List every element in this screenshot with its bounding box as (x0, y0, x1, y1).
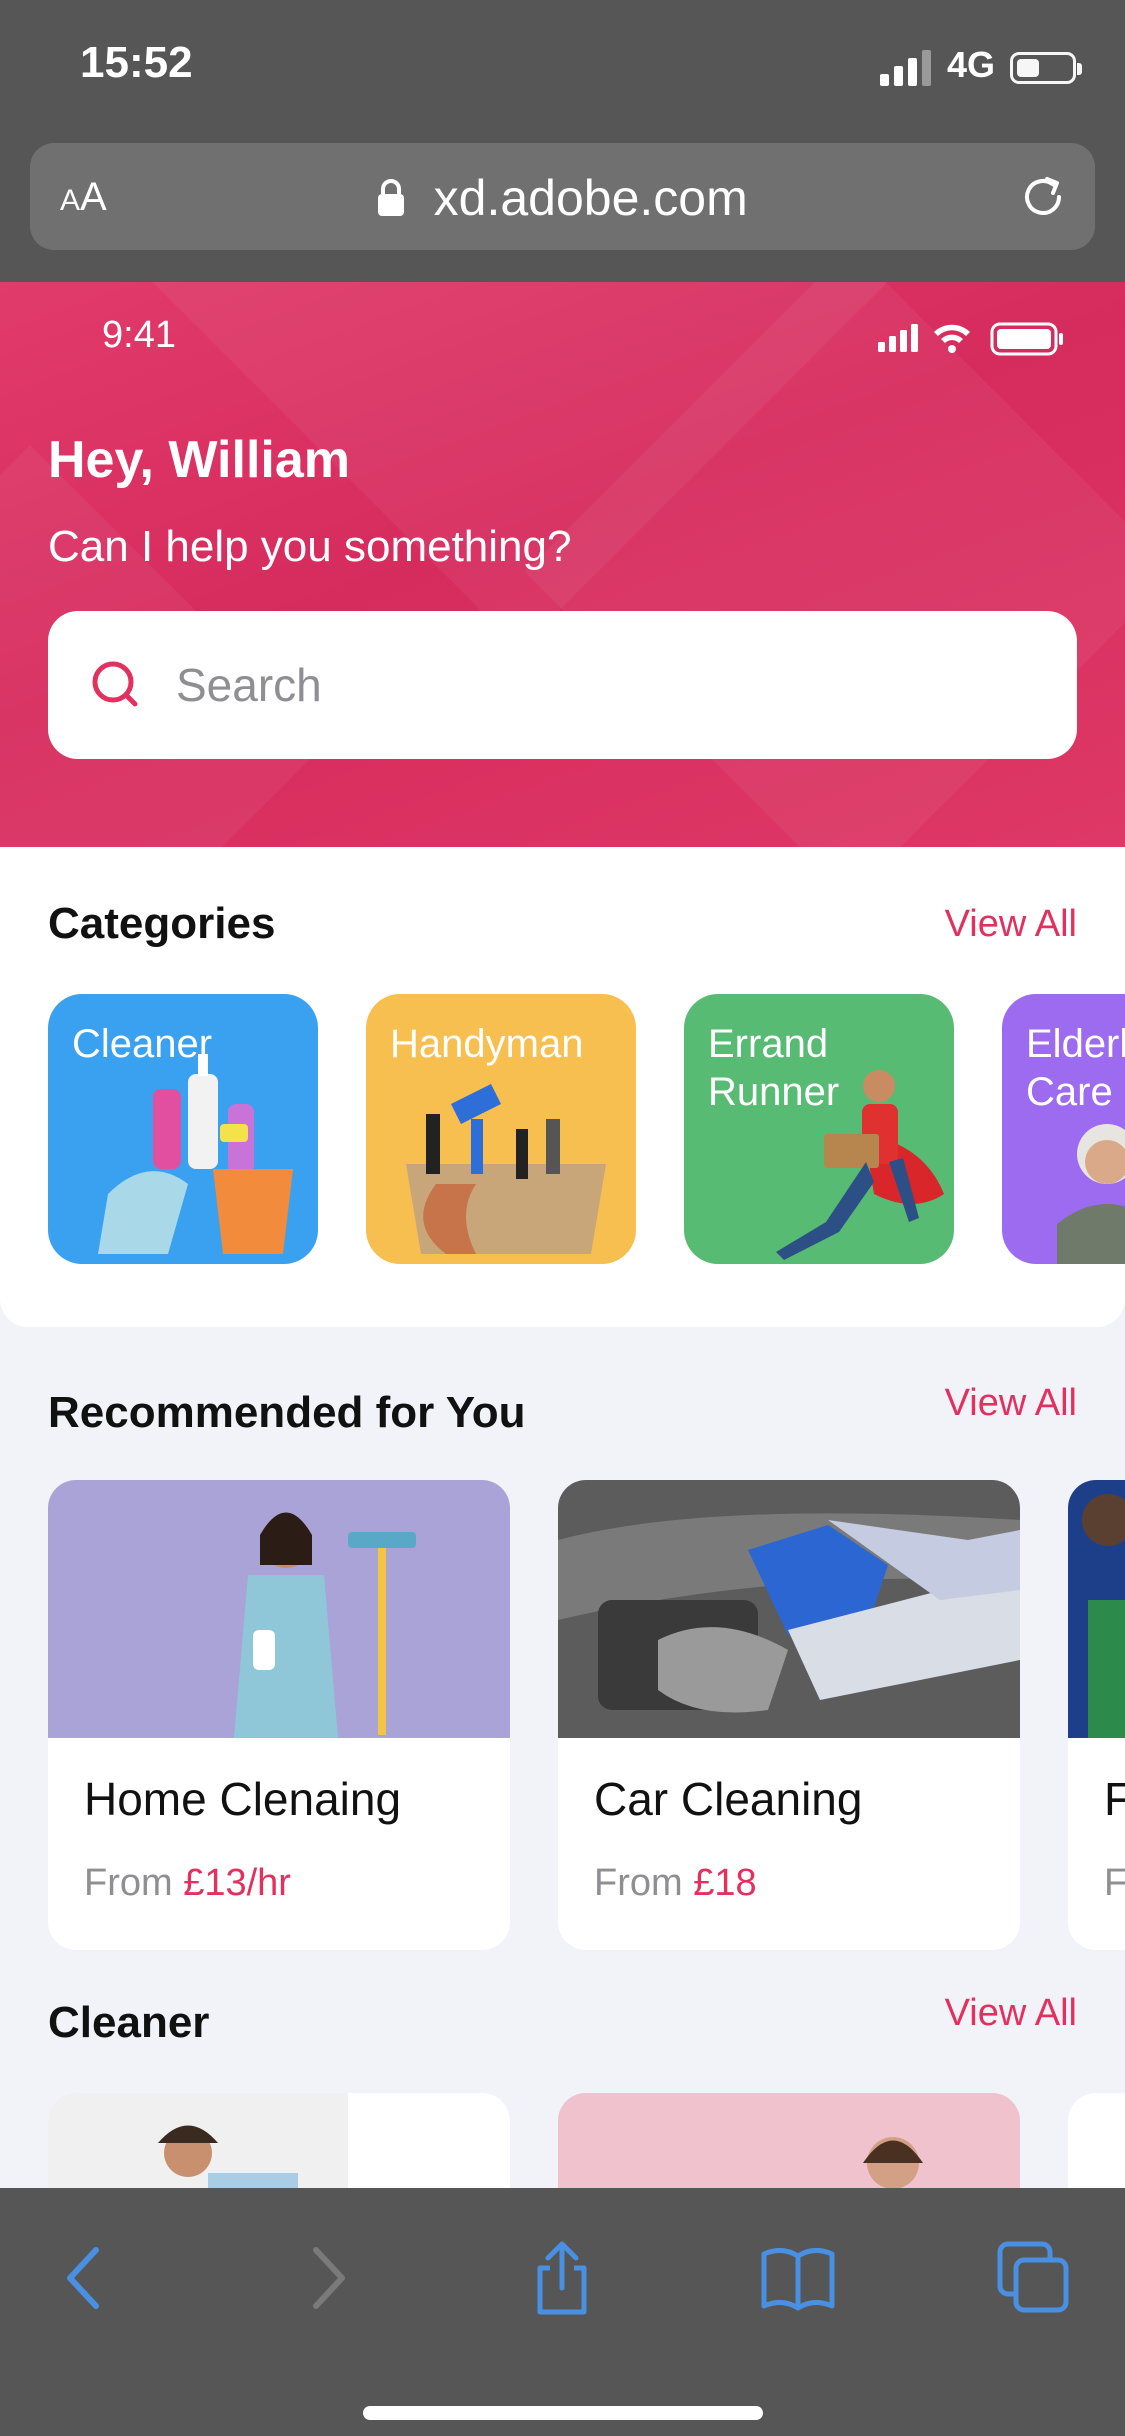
service-photo (1068, 1480, 1125, 1738)
search-icon (92, 661, 138, 707)
category-label: Elderl Care (1026, 1022, 1125, 1114)
cleaner-photo (48, 2093, 510, 2188)
category-label: Cleaner (72, 1022, 213, 1066)
car-cleaning-photo (558, 1480, 1020, 1738)
service-title: Car Cleaning (594, 1773, 863, 1825)
categories-section: Categories View All Cleaner Handyman Err… (0, 847, 1125, 1327)
browser-bottom-toolbar (0, 2188, 1125, 2436)
home-cleaning-photo (48, 1480, 510, 1738)
device-time: 15:52 (80, 38, 193, 87)
service-title: Home Clenaing (84, 1773, 402, 1825)
lock-icon (378, 179, 405, 216)
cleaner-card[interactable] (558, 2093, 1020, 2188)
app-status-time: 9:41 (102, 314, 176, 356)
battery-icon (1010, 52, 1082, 84)
network-type: 4G (947, 44, 996, 85)
browser-top-chrome: 15:52 4G AA xd.adobe.com (0, 0, 1125, 282)
recommended-card-home-cleaning[interactable]: Home Clenaing From £13/hr (48, 1480, 510, 1950)
category-card-handyman[interactable]: Handyman (366, 994, 636, 1264)
category-card-elderly-care[interactable]: Elderl Care (1002, 994, 1125, 1264)
cleaner-section-title: Cleaner (48, 1998, 210, 2047)
app-viewport: 9:41 Hey, William Can I help you somethi… (0, 282, 1125, 2188)
reload-icon[interactable] (1017, 171, 1069, 223)
category-card-errand-runner[interactable]: Errand Runner (684, 994, 954, 1264)
cleaner-photo (558, 2093, 1020, 2188)
app-status-icons (878, 322, 1063, 356)
bookmarks-icon[interactable] (758, 2238, 838, 2318)
greeting-title: Hey, William (48, 431, 350, 489)
share-icon[interactable] (522, 2238, 602, 2318)
cleaner-view-all-link[interactable]: View All (945, 1992, 1077, 2035)
cleaner-card[interactable] (1068, 2093, 1125, 2188)
recommended-title: Recommended for You (48, 1388, 526, 1437)
recommended-view-all-link[interactable]: View All (945, 1382, 1077, 1425)
service-title: F (1104, 1773, 1125, 1825)
category-label: Handyman (390, 1022, 584, 1066)
search-input[interactable] (176, 645, 1036, 725)
service-price: From £13/hr (84, 1862, 291, 1904)
categories-view-all-link[interactable]: View All (945, 903, 1077, 946)
device-status-bar: 15:52 4G (0, 0, 1125, 140)
search-bar[interactable] (48, 611, 1077, 759)
service-price: From £18 (594, 1862, 757, 1904)
category-card-cleaner[interactable]: Cleaner (48, 994, 318, 1264)
hero-header: 9:41 Hey, William Can I help you somethi… (0, 282, 1125, 847)
recommended-card-car-cleaning[interactable]: Car Cleaning From £18 (558, 1480, 1020, 1950)
back-icon[interactable] (46, 2238, 126, 2318)
address-bar[interactable]: AA xd.adobe.com (30, 143, 1095, 250)
forward-icon[interactable] (286, 2238, 366, 2318)
categories-title: Categories (48, 899, 276, 948)
tabs-icon[interactable] (994, 2238, 1074, 2318)
url-text[interactable]: xd.adobe.com (434, 169, 748, 227)
greeting-subtitle: Can I help you something? (48, 522, 572, 571)
category-label: Errand Runner (708, 1022, 840, 1114)
recommended-card-partial[interactable]: F F (1068, 1480, 1125, 1950)
cleaner-card[interactable] (48, 2093, 510, 2188)
home-indicator (363, 2406, 763, 2420)
service-price: F (1104, 1862, 1125, 1904)
cellular-signal-icon (880, 50, 931, 86)
